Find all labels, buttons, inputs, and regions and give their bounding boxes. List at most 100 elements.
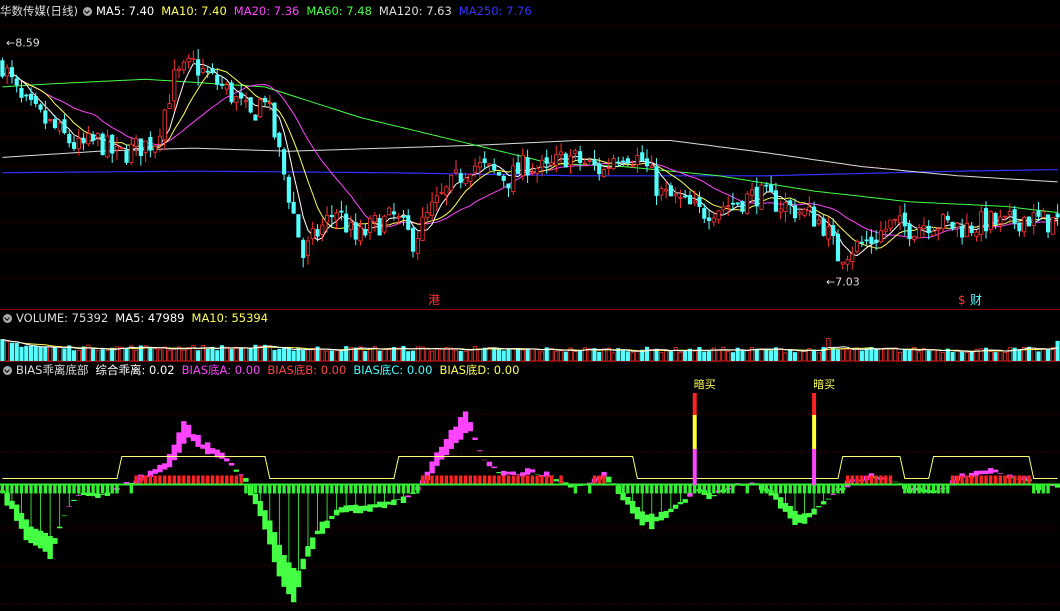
candle-body (0, 60, 5, 77)
candle-body (258, 99, 263, 118)
bias-neg-block (1036, 484, 1041, 494)
candle-body (678, 196, 683, 199)
bias-neg-block (110, 484, 114, 494)
volume-bar (530, 348, 535, 361)
candle-body (310, 228, 315, 240)
volume-indicator-list: MA5: 47989 MA10: 55394 (115, 311, 275, 325)
bias-neg-block (5, 484, 9, 494)
candle-body (769, 184, 774, 193)
candle-body (248, 97, 253, 113)
volume-bar (196, 350, 201, 361)
bias-neg-block (931, 484, 936, 494)
candle-body (501, 175, 506, 181)
bias-neg-block (907, 484, 912, 494)
volume-bar (430, 350, 435, 361)
volume-bar (172, 348, 177, 361)
candle-body (907, 223, 912, 240)
candle-body (353, 222, 358, 240)
candle-body (482, 158, 487, 164)
volume-bar (969, 351, 974, 361)
volume-bar (878, 348, 884, 361)
bias-neg-block (368, 484, 372, 494)
candle-body (453, 169, 459, 173)
bias-pos-block (864, 475, 869, 485)
bias-neg-block (912, 484, 917, 494)
candle-body (172, 69, 177, 102)
bias-neg-block (53, 484, 57, 494)
volume-bar (468, 348, 473, 361)
volume-bar (601, 348, 607, 361)
bias-pos-block (1022, 475, 1026, 485)
candle-body (430, 201, 435, 216)
volume-bar (850, 348, 855, 361)
bias-pos-block (879, 475, 883, 485)
bias-panel-header: BIAS乖离底部 综合乖离: 0.02 BIAS底A: 0.00 BIAS底B: 0.… (0, 361, 533, 379)
bias-pos-block (220, 475, 224, 485)
volume-bar (301, 350, 306, 361)
bias-pos-block (425, 475, 430, 485)
volume-bar (931, 349, 936, 361)
volume-bar (153, 348, 158, 361)
candle-body (234, 96, 239, 103)
bias-pos-block (177, 475, 181, 485)
volume-bar (48, 346, 53, 361)
volume-chart[interactable] (0, 327, 1060, 361)
candle-body (831, 225, 836, 237)
bias-neg-block (401, 484, 406, 494)
candle-body (363, 229, 368, 236)
bias-neg-block (301, 484, 305, 494)
bias-pos-block (993, 475, 998, 485)
bias-neg-block (793, 484, 797, 494)
volume-bar (14, 342, 19, 361)
volume-bar (769, 350, 774, 361)
volume-bar (9, 342, 15, 361)
candle-body (883, 228, 888, 232)
candle-body (1017, 222, 1022, 232)
price-chart[interactable]: ←8.59 ←7.03 港 $ 财 (0, 18, 1060, 309)
bias-pos-block (191, 475, 196, 485)
bias-pos-block (239, 475, 243, 485)
bias-chart[interactable]: 暗买 暗买 (0, 379, 1060, 611)
volume-bar (950, 352, 955, 361)
volume-bar (28, 345, 34, 361)
bias-pos-block (172, 475, 176, 485)
volume-bar (1041, 348, 1046, 361)
bias-neg-block (788, 484, 792, 494)
bias-neg-block (19, 484, 24, 494)
candle-body (62, 119, 67, 134)
bias-pos-block (884, 475, 888, 485)
candle-body (998, 216, 1003, 224)
candle-body (697, 197, 702, 207)
bias-pos-block (998, 475, 1002, 485)
bias-pos-block (139, 475, 143, 485)
volume-bar (706, 351, 712, 361)
price-indicator-0: MA5: 7.40 (95, 4, 155, 18)
bias-title: BIAS乖离底部 (16, 363, 89, 377)
volume-bar (334, 350, 339, 361)
candle-body (687, 195, 693, 205)
bias-settings-icon[interactable] (3, 366, 12, 375)
bias-pos-block (430, 475, 434, 485)
candle-body (525, 157, 530, 176)
bias-pos-block (1003, 475, 1007, 485)
bias-indicator-list: 综合乖离: 0.02 BIAS底A: 0.00 BIAS底B: 0.00 BIAS底C… (95, 363, 526, 377)
volume-bar (673, 346, 678, 361)
volume-bar (239, 348, 244, 361)
bias-neg-block (759, 484, 764, 494)
volume-settings-icon[interactable] (3, 314, 12, 323)
bias-pos-block (525, 475, 530, 485)
candle-body (148, 137, 153, 151)
volume-bar (282, 347, 287, 361)
candle-body (129, 143, 134, 163)
candle-body (917, 227, 922, 239)
volume-bar (224, 346, 229, 361)
signal-bar-yellow (812, 415, 817, 449)
bias-pos-block (979, 475, 983, 485)
bias-indicator-1: BIAS底A: 0.00 (181, 363, 261, 377)
volume-bar (91, 349, 96, 361)
bias-neg-block (917, 484, 921, 494)
volume-bar (234, 346, 239, 361)
indicator-settings-icon[interactable] (82, 7, 92, 16)
bias-neg-block (67, 484, 71, 494)
bias-neg-block (836, 484, 840, 494)
